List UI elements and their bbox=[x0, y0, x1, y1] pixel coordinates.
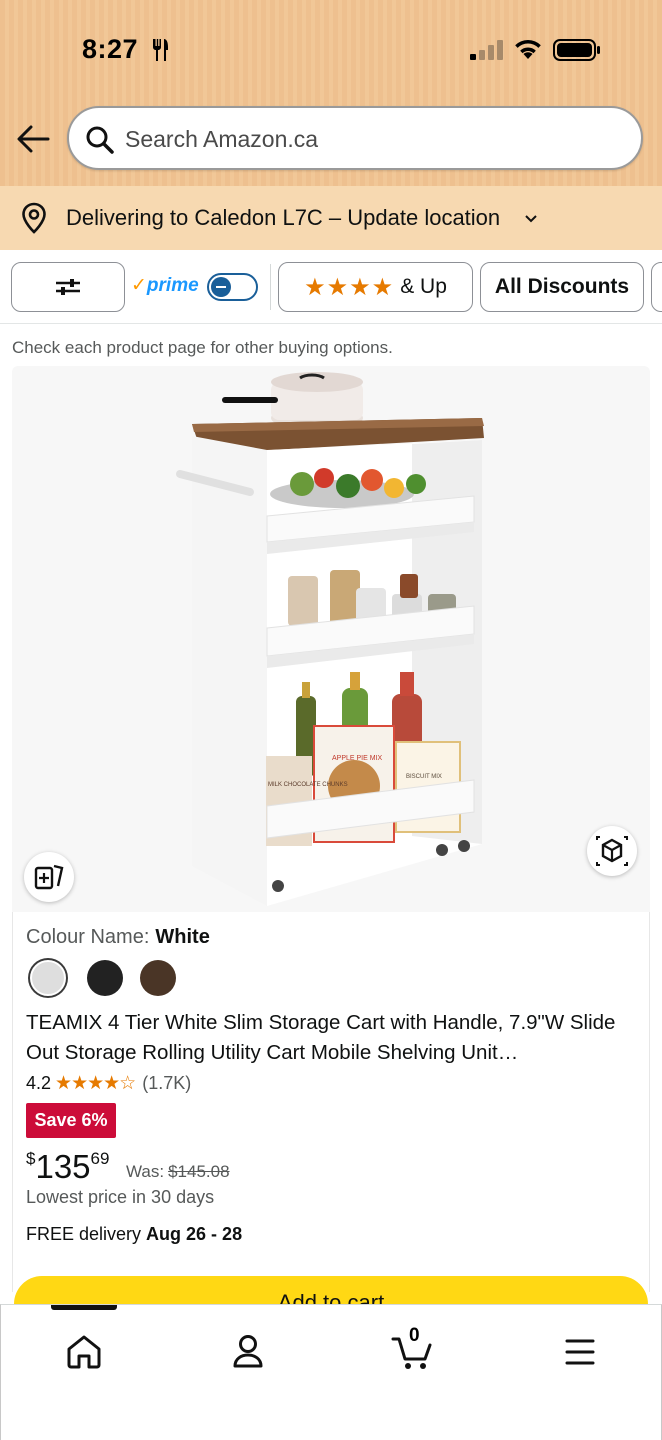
search-bar[interactable] bbox=[67, 106, 643, 170]
hamburger-menu-icon bbox=[565, 1339, 595, 1365]
cart-count-badge: 0 bbox=[409, 1325, 420, 1346]
bottom-navigation: 0 bbox=[0, 1304, 662, 1440]
toggle-knob bbox=[211, 277, 231, 297]
app-header: 8:27 bbox=[0, 0, 662, 186]
product-image-panel[interactable]: APPLE PIE MIX MILK CHOCOLATE CHUNKS BISC… bbox=[12, 366, 650, 912]
prime-toggle-filter[interactable]: ✓prime bbox=[131, 270, 261, 304]
colour-selector-label: Colour Name: White bbox=[26, 926, 210, 948]
star-rating-icon: ★★★★ bbox=[304, 273, 395, 301]
cellular-signal-icon bbox=[470, 40, 503, 60]
filter-chip-row: ✓prime ★★★★ & Up All Discounts bbox=[0, 250, 662, 324]
location-pin-icon bbox=[22, 202, 46, 234]
search-input[interactable] bbox=[125, 120, 605, 158]
rating-filter-label: & Up bbox=[400, 275, 447, 298]
nav-menu[interactable] bbox=[555, 1327, 605, 1377]
active-tab-indicator bbox=[51, 1305, 117, 1310]
swatch-white[interactable] bbox=[30, 960, 66, 996]
delivery-location-bar[interactable]: Delivering to Caledon L7C – Update locat… bbox=[0, 186, 662, 250]
rating-filter-chip[interactable]: ★★★★ & Up bbox=[278, 262, 473, 312]
lowest-price-note: Lowest price in 30 days bbox=[26, 1187, 215, 1207]
delivery-info: FREE delivery Aug 26 - 28 bbox=[26, 1224, 243, 1244]
rating-value: 4.2 bbox=[26, 1073, 52, 1093]
home-icon bbox=[67, 1335, 101, 1369]
prime-toggle-switch[interactable] bbox=[207, 273, 258, 301]
nav-cart[interactable]: 0 bbox=[389, 1325, 439, 1377]
selected-colour: White bbox=[155, 926, 210, 948]
save-badge: Save 6% bbox=[26, 1103, 116, 1138]
battery-icon bbox=[553, 39, 600, 61]
discounts-filter-label: All Discounts bbox=[494, 275, 630, 298]
nav-account[interactable] bbox=[223, 1327, 273, 1377]
box-label-biscuit: BISCUIT MIX bbox=[406, 774, 442, 780]
prime-logo: ✓prime bbox=[131, 275, 199, 296]
view-in-3d-icon[interactable] bbox=[587, 826, 637, 876]
box-label-chocolate: MILK CHOCOLATE CHUNKS bbox=[268, 782, 348, 788]
rating-stars-icon: ★★★★☆ bbox=[55, 1073, 136, 1094]
more-filters-chip[interactable] bbox=[651, 262, 662, 312]
discounts-filter-chip[interactable]: All Discounts bbox=[480, 262, 644, 312]
rating-count: (1.7K) bbox=[142, 1073, 192, 1093]
buying-options-notice: Check each product page for other buying… bbox=[12, 338, 393, 357]
user-icon bbox=[233, 1335, 263, 1368]
wifi-icon bbox=[515, 39, 541, 59]
product-image[interactable]: APPLE PIE MIX MILK CHOCOLATE CHUNKS BISC… bbox=[12, 366, 650, 912]
swatch-brown[interactable] bbox=[140, 960, 176, 996]
back-arrow-icon[interactable] bbox=[16, 124, 50, 154]
filters-button[interactable] bbox=[11, 262, 125, 312]
status-bar: 8:27 bbox=[0, 0, 662, 100]
product-price: $13569 bbox=[26, 1148, 110, 1185]
status-time: 8:27 bbox=[82, 34, 139, 64]
compare-icon[interactable] bbox=[24, 852, 74, 902]
product-title[interactable]: TEAMIX 4 Tier White Slim Storage Cart wi… bbox=[26, 1008, 626, 1068]
swatch-black[interactable] bbox=[87, 960, 123, 996]
location-text: Delivering to Caledon L7C – Update locat… bbox=[66, 205, 501, 230]
product-rating[interactable]: 4.2 ★★★★☆ (1.7K) bbox=[26, 1072, 191, 1095]
chip-divider bbox=[270, 264, 271, 310]
search-icon bbox=[86, 126, 114, 154]
box-label-apple-pie: APPLE PIE MIX bbox=[332, 755, 383, 762]
nav-home[interactable] bbox=[59, 1327, 109, 1377]
sliders-icon bbox=[56, 279, 80, 295]
fork-knife-icon bbox=[153, 39, 168, 61]
chevron-down-icon bbox=[525, 215, 537, 223]
was-price: Was: $145.08 bbox=[126, 1162, 230, 1181]
